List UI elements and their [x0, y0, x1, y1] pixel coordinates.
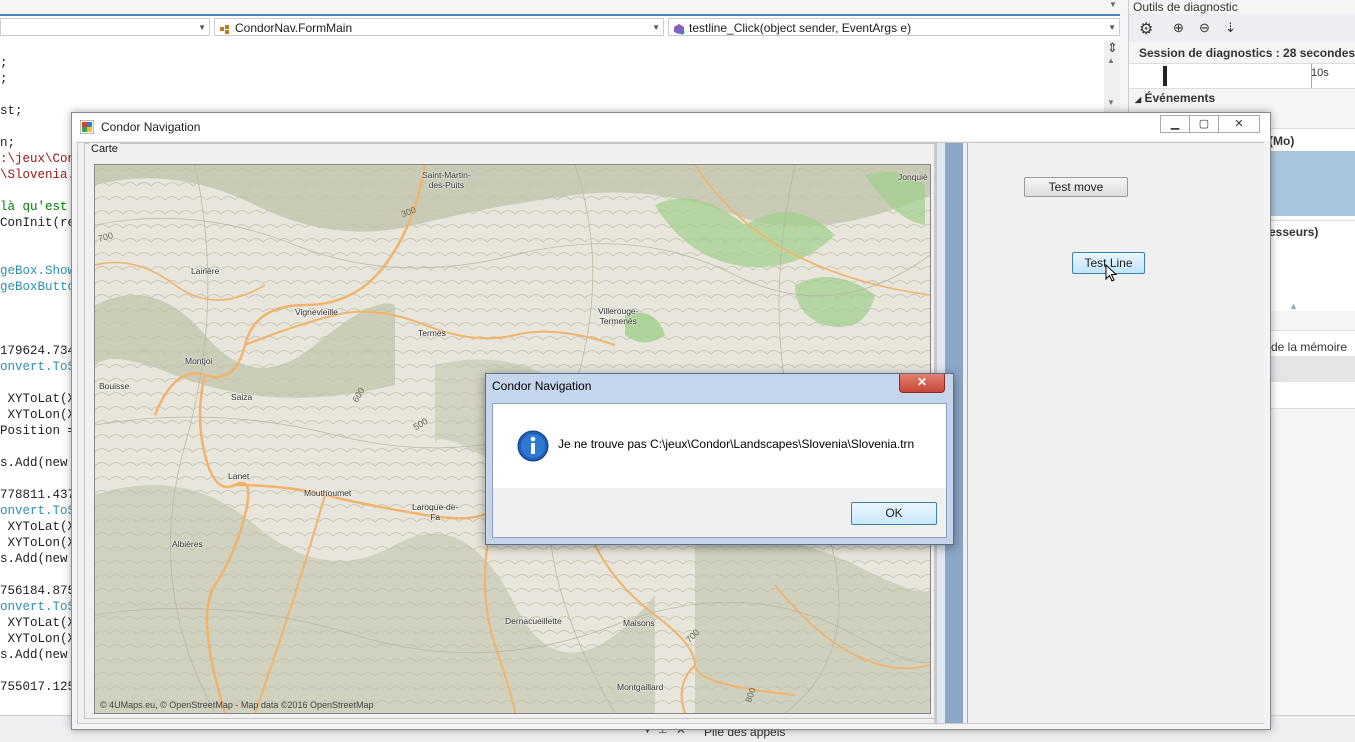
cpu-label: esseurs) [1269, 225, 1319, 239]
project-dropdown[interactable]: ▼ [0, 18, 210, 36]
close-button[interactable]: ✕ [1218, 115, 1260, 133]
diag-title: Outils de diagnostic [1133, 0, 1238, 14]
code-line: ; [0, 56, 8, 70]
events-label: Événements [1144, 91, 1216, 105]
dialog-title: Condor Navigation [492, 379, 592, 393]
method-icon [673, 22, 685, 35]
class-icon [219, 22, 230, 34]
editor-navigation-bar: ▼ CondorNav.FormMain ▼ testline_Click(ob… [0, 14, 1120, 40]
split-icon[interactable]: ⇕ [1107, 40, 1118, 56]
map-place-label: Dernacueillette [505, 616, 562, 626]
scroll-up-icon[interactable]: ▲ [1107, 56, 1115, 65]
timeline-tick: 10s [1311, 67, 1329, 79]
map-place-label: Vignevieille [295, 307, 338, 317]
chevron-down-icon[interactable]: ▼ [1106, 0, 1120, 12]
map-place-label: Bouisse [99, 381, 130, 391]
map-place-label: Villerouge- Termenès [598, 306, 639, 326]
information-icon [517, 430, 549, 462]
method-dropdown-label: testline_Click(object sender, EventArgs … [689, 21, 912, 35]
memory-label: (Mo) [1269, 134, 1295, 148]
mouse-cursor-icon [1105, 263, 1119, 284]
close-icon: ✕ [1234, 118, 1244, 130]
class-dropdown-label: CondorNav.FormMain [235, 21, 353, 35]
caret-down-icon: ◢ [1135, 95, 1142, 104]
zoom-out-icon[interactable]: ⊖ [1199, 20, 1210, 36]
code-line: st; [0, 104, 23, 118]
code-line: n; [0, 136, 16, 150]
close-icon: ✕ [916, 375, 928, 389]
cpu-peak-icon: ▲ [1289, 301, 1298, 311]
groupbox-label: Carte [89, 143, 120, 155]
maximize-button[interactable]: ▢ [1189, 115, 1219, 133]
window-titlebar[interactable]: Condor Navigation ▁ ▢ ✕ [72, 113, 1270, 141]
dialog-footer: OK [493, 488, 946, 537]
gear-icon[interactable]: ⚙ [1139, 19, 1153, 39]
memory-graph-area [1269, 151, 1355, 216]
app-icon [79, 119, 95, 135]
dialog-body: Je ne trouve pas C:\jeux\Condor\Landscap… [492, 403, 947, 538]
map-place-label: Albières [172, 539, 203, 549]
timeline-ruler[interactable]: 10s [1129, 63, 1355, 89]
map-place-label: Lanet [228, 471, 250, 481]
map-place-label: Saiza [231, 392, 253, 402]
map-place-label: Montjoi [185, 356, 213, 366]
chevron-down-icon: ▼ [198, 23, 206, 32]
dialog-message: Je ne trouve pas C:\jeux\Condor\Landscap… [558, 437, 915, 451]
map-place-label: Lairière [191, 266, 220, 276]
class-dropdown[interactable]: CondorNav.FormMain ▼ [214, 18, 664, 36]
dialog-close-button[interactable]: ✕ [899, 374, 945, 393]
side-panel [967, 143, 1264, 723]
map-place-label: Termes [418, 328, 446, 338]
minimize-icon: ▁ [1170, 118, 1180, 130]
map-place-label: Laroque-de- Fa [412, 502, 459, 522]
maximize-icon: ▢ [1198, 118, 1210, 130]
session-label: Session de diagnostics : 28 secondes [1139, 46, 1355, 60]
ok-button[interactable]: OK [851, 502, 937, 525]
scroll-down-icon[interactable]: ▼ [1107, 98, 1115, 107]
map-place-label: Saint-Martin- des-Puits [422, 170, 471, 190]
minimize-button[interactable]: ▁ [1160, 115, 1190, 133]
map-place-label: Maisons [623, 618, 655, 628]
events-header[interactable]: ◢ Événements [1135, 91, 1215, 105]
map-attribution: © 4UMaps.eu, © OpenStreetMap - Map data … [100, 700, 374, 710]
window-title: Condor Navigation [101, 120, 201, 134]
zoom-in-icon[interactable]: ⊕ [1173, 20, 1184, 36]
map-place-label: Montgaillard [617, 682, 664, 692]
chevron-down-icon: ▼ [1108, 23, 1116, 32]
message-box: Condor Navigation ✕ Je ne trouve pas C:\… [485, 373, 954, 545]
map-place-label: Mouthoumet [304, 488, 352, 498]
map-place-label: Jonquiè [898, 172, 928, 182]
test-move-button[interactable]: Test move [1024, 177, 1128, 197]
memory-usage-tab[interactable]: de la mémoire [1271, 340, 1347, 354]
code-line: ; [0, 72, 8, 86]
reset-zoom-icon[interactable]: ⇣ [1225, 20, 1236, 36]
chevron-down-icon: ▼ [652, 23, 660, 32]
method-dropdown[interactable]: testline_Click(object sender, EventArgs … [668, 18, 1120, 36]
